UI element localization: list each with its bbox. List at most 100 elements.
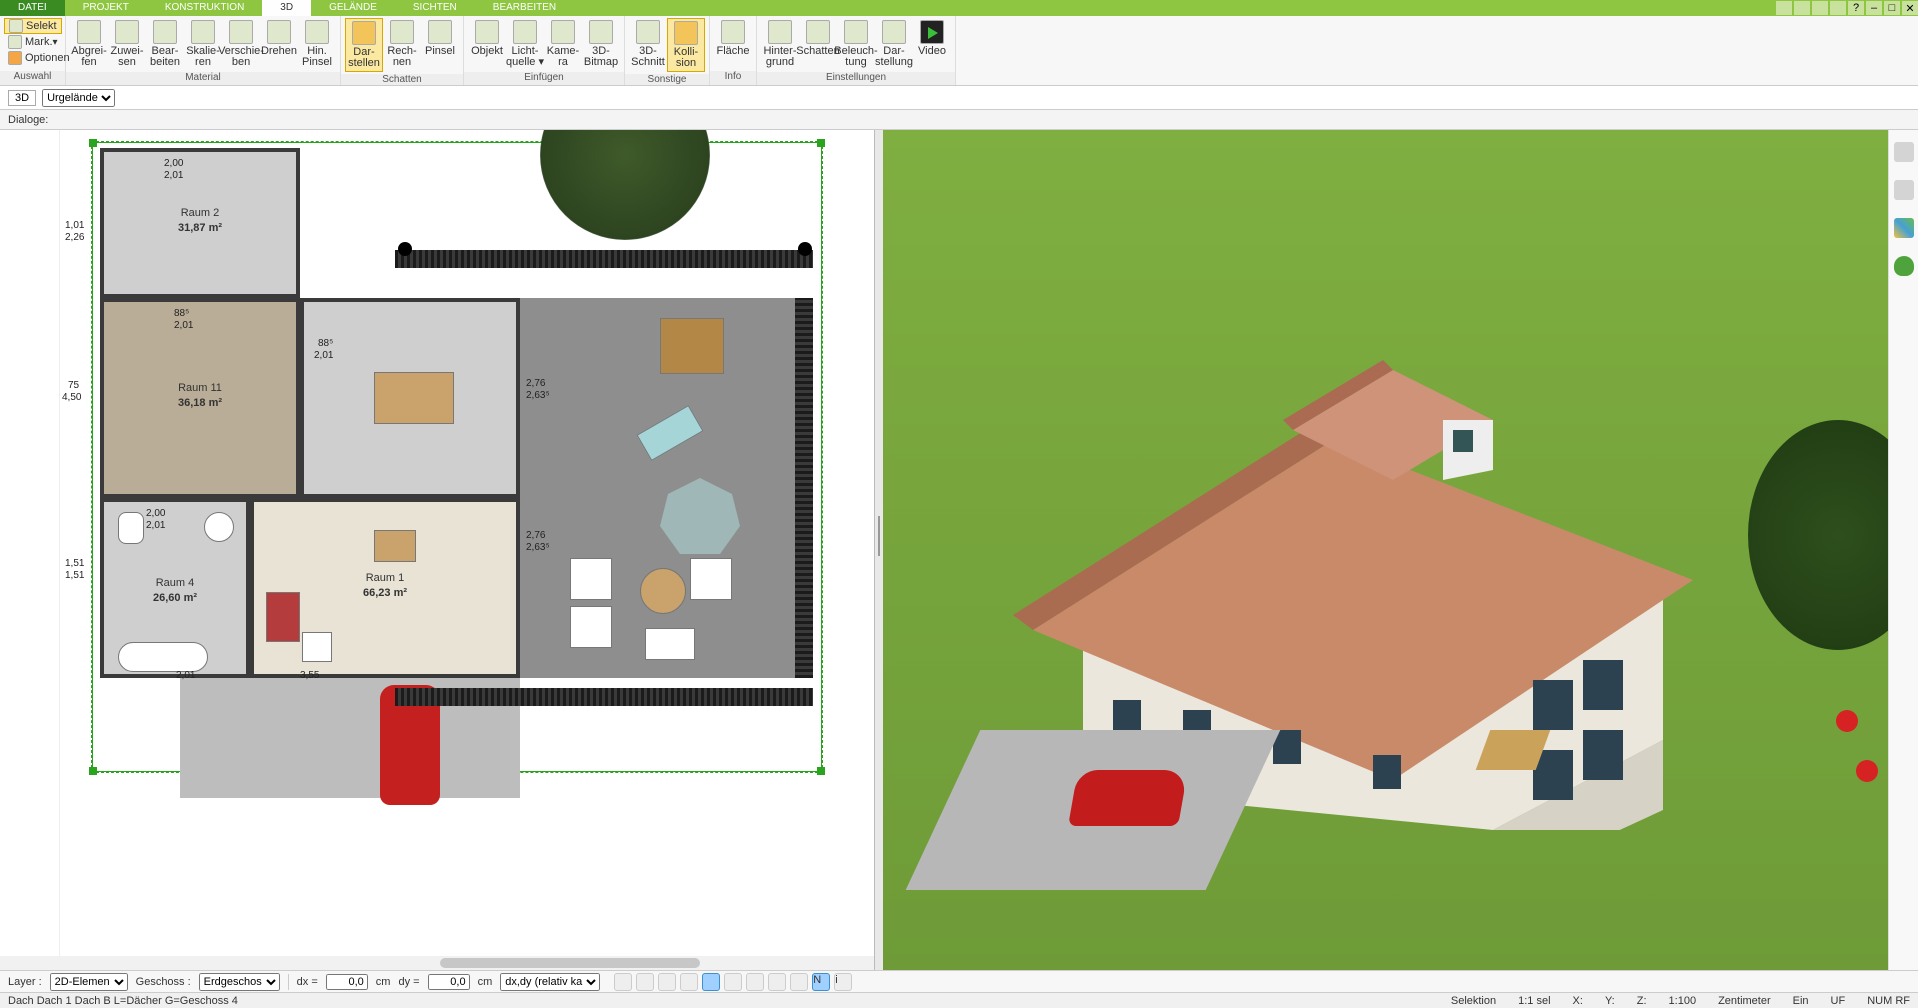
tab-3d[interactable]: 3D bbox=[262, 0, 311, 16]
snap-3-icon[interactable] bbox=[658, 973, 676, 991]
titlebar-icon-3[interactable] bbox=[1812, 1, 1828, 15]
dim-value: 2,63⁵ bbox=[526, 542, 550, 553]
close-button[interactable]: ✕ bbox=[1902, 1, 1918, 15]
pane-3d-view[interactable] bbox=[883, 130, 1888, 970]
tab-projekt[interactable]: PROJEKT bbox=[65, 0, 147, 16]
view-mode-3d[interactable]: 3D bbox=[8, 90, 36, 106]
display-icon bbox=[882, 20, 906, 44]
camera-icon bbox=[551, 20, 575, 44]
dx-label: dx = bbox=[297, 976, 318, 988]
area-button[interactable]: Fläche bbox=[714, 18, 752, 59]
mark-icon bbox=[8, 35, 22, 49]
ribbon-panel-einfuegen: Objekt Licht-quelle ▾ Kame-ra 3D-Bitmap … bbox=[464, 16, 625, 85]
shadow-calc-button[interactable]: Rech-nen bbox=[383, 18, 421, 70]
material-move-button[interactable]: Verschie-ben bbox=[222, 18, 260, 70]
insert-object-button[interactable]: Objekt bbox=[468, 18, 506, 59]
snap-6-icon[interactable] bbox=[724, 973, 742, 991]
panel-label-info: Info bbox=[710, 71, 756, 85]
section-button[interactable]: 3D-Schnitt bbox=[629, 18, 667, 70]
background-button[interactable]: Hinter-grund bbox=[761, 18, 799, 70]
select-button[interactable]: Selekt bbox=[4, 18, 62, 34]
room-4[interactable]: Raum 4 26,60 m² 2,00 2,01 bbox=[100, 498, 250, 678]
lighting-icon bbox=[844, 20, 868, 44]
room-11[interactable]: Raum 11 36,18 m² 88⁵ 2,01 bbox=[100, 298, 300, 498]
titlebar-icon-4[interactable] bbox=[1830, 1, 1846, 15]
display-button[interactable]: Dar-stellung bbox=[875, 18, 913, 70]
material-rotate-button[interactable]: Drehen bbox=[260, 18, 298, 59]
shadow-brush-button[interactable]: Pinsel bbox=[421, 18, 459, 59]
material-pick-button[interactable]: Abgrei-fen bbox=[70, 18, 108, 70]
snap-n-icon[interactable]: N bbox=[812, 973, 830, 991]
material-assign-button[interactable]: Zuwei-sen bbox=[108, 18, 146, 70]
chair-icon[interactable] bbox=[1894, 180, 1914, 200]
dim-value: 1,51 bbox=[65, 570, 84, 581]
room-name: Raum 2 bbox=[104, 207, 296, 219]
pane-splitter[interactable] bbox=[875, 130, 883, 970]
room-3[interactable]: Raum 3 45,42 m² 88⁵ 2,01 bbox=[300, 298, 520, 498]
snap-info-icon[interactable]: i bbox=[834, 973, 852, 991]
room-name: Raum 4 bbox=[104, 577, 246, 589]
lighting-button[interactable]: Beleuch-tung bbox=[837, 18, 875, 70]
snap-8-icon[interactable] bbox=[768, 973, 786, 991]
scrollbar-thumb[interactable] bbox=[440, 958, 700, 968]
snap-grid-icon[interactable] bbox=[790, 973, 808, 991]
palette-icon[interactable] bbox=[1894, 218, 1914, 238]
help-icon[interactable]: ? bbox=[1848, 1, 1864, 15]
coord-mode-select[interactable]: dx,dy (relativ ka bbox=[500, 973, 600, 991]
scrollbar-h[interactable] bbox=[0, 956, 874, 970]
tab-datei[interactable]: DATEI bbox=[0, 0, 65, 16]
panel-label-einstellungen: Einstellungen bbox=[757, 72, 955, 85]
snap-screen-icon[interactable] bbox=[636, 973, 654, 991]
room-2[interactable]: Raum 2 31,87 m² 2,00 2,01 bbox=[100, 148, 300, 298]
furniture-round-table bbox=[640, 568, 686, 614]
dx-input[interactable] bbox=[326, 974, 368, 990]
shadow-show-button[interactable]: Dar-stellen bbox=[345, 18, 383, 72]
plus-icon bbox=[8, 51, 22, 65]
mark-button[interactable]: Mark. ▾ bbox=[4, 34, 62, 50]
dy-input[interactable] bbox=[428, 974, 470, 990]
options-button[interactable]: Optionen bbox=[4, 50, 74, 66]
shadow-icon bbox=[806, 20, 830, 44]
room-1[interactable]: Raum 1 66,23 m² bbox=[250, 498, 520, 678]
status-z: Z: bbox=[1637, 995, 1647, 1007]
area-icon bbox=[721, 20, 745, 44]
layer-label: Layer : bbox=[8, 976, 42, 988]
tree-icon[interactable] bbox=[1894, 256, 1914, 276]
dim-value: 75 bbox=[68, 380, 79, 391]
snap-5-icon[interactable] bbox=[702, 973, 720, 991]
titlebar-icon-2[interactable] bbox=[1794, 1, 1810, 15]
dim-value: 2,01 bbox=[164, 170, 183, 181]
insert-bitmap-button[interactable]: 3D-Bitmap bbox=[582, 18, 620, 70]
room-name: Raum 1 bbox=[254, 572, 516, 584]
insert-light-button[interactable]: Licht-quelle ▾ bbox=[506, 18, 544, 70]
layer-select[interactable]: 2D-Elemen bbox=[50, 973, 128, 991]
minimize-button[interactable]: – bbox=[1866, 1, 1882, 15]
terrace[interactable]: 2,76 2,63⁵ 2,76 2,63⁵ bbox=[520, 298, 810, 678]
collision-button[interactable]: Kolli-sion bbox=[667, 18, 705, 72]
geschoss-select[interactable]: Erdgeschos bbox=[199, 973, 280, 991]
layers-icon[interactable] bbox=[1894, 142, 1914, 162]
tab-sichten[interactable]: SICHTEN bbox=[395, 0, 475, 16]
snap-7-icon[interactable] bbox=[746, 973, 764, 991]
snap-4-icon[interactable] bbox=[680, 973, 698, 991]
object-icon bbox=[475, 20, 499, 44]
insert-camera-button[interactable]: Kame-ra bbox=[544, 18, 582, 70]
terrain-select[interactable]: Urgelände bbox=[42, 89, 115, 107]
material-brush-button[interactable]: Hin.Pinsel bbox=[298, 18, 336, 70]
panel-label-schatten: Schatten bbox=[341, 74, 463, 85]
video-button[interactable]: Video bbox=[913, 18, 951, 59]
marker-icon bbox=[1856, 760, 1878, 782]
maximize-button[interactable]: □ bbox=[1884, 1, 1900, 15]
tab-gelaende[interactable]: GELÄNDE bbox=[311, 0, 395, 16]
room-area: 36,18 m² bbox=[104, 397, 296, 409]
titlebar-icon-1[interactable] bbox=[1776, 1, 1792, 15]
hedge-bottom bbox=[395, 688, 813, 706]
snap-clock-icon[interactable] bbox=[614, 973, 632, 991]
furniture-table bbox=[374, 372, 454, 424]
tab-bearbeiten[interactable]: BEARBEITEN bbox=[475, 0, 574, 16]
material-edit-button[interactable]: Bear-beiten bbox=[146, 18, 184, 70]
shadow-settings-button[interactable]: Schatten bbox=[799, 18, 837, 59]
tab-konstruktion[interactable]: KONSTRUKTION bbox=[147, 0, 262, 16]
material-scale-button[interactable]: Skalie-ren bbox=[184, 18, 222, 70]
pane-2d-plan[interactable]: 1,01 2,26 75 4,50 1,51 1,51 Raum 2 31,87… bbox=[0, 130, 875, 970]
